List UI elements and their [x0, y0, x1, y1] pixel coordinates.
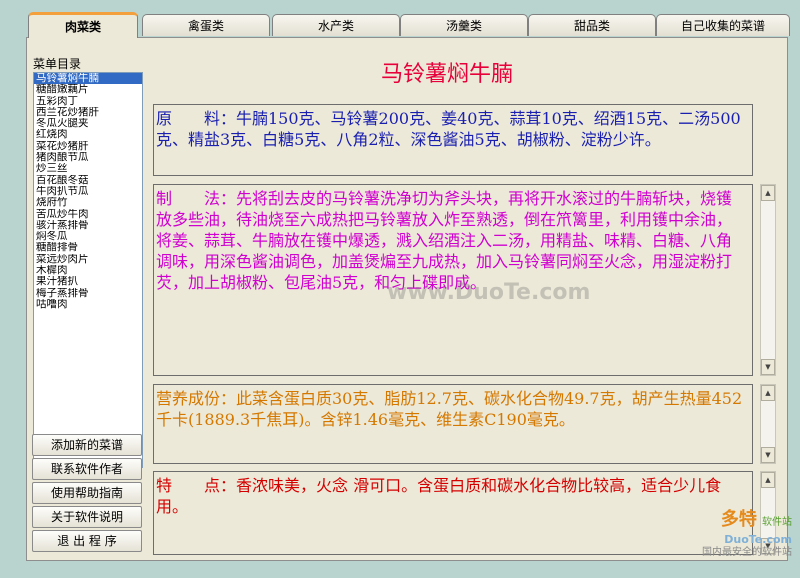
tab-dessert[interactable]: 甜品类 [528, 14, 656, 36]
list-item[interactable]: 菜花炒猪肝 [34, 141, 142, 152]
logo-main-text: 多特 [720, 509, 757, 530]
list-item[interactable]: 烧府竹 [34, 197, 142, 208]
tab-soup[interactable]: 汤羹类 [400, 14, 528, 36]
list-item[interactable]: 西兰花炒猪肝 [34, 107, 142, 118]
tab-poultry-egg[interactable]: 禽蛋类 [142, 14, 270, 36]
nutrition-text: 营养成份：此菜含蛋白质30克、脂肪12.7克、碳水化合物49.7克，胡产生热量4… [153, 384, 753, 464]
dish-title: 马铃薯焖牛腩 [380, 62, 513, 87]
scroll-up-icon[interactable]: ▲ [761, 385, 775, 401]
duote-logo: 多特 软件站 DuoTe.com 国内最安全的软件站 [702, 510, 792, 560]
list-item[interactable]: 焖冬瓜 [34, 231, 142, 242]
list-item[interactable]: 果汁猪扒 [34, 276, 142, 287]
list-item[interactable]: 冬瓜火腿夹 [34, 118, 142, 129]
nutrition-scrollbar[interactable]: ▲ ▼ [760, 384, 776, 464]
scroll-down-icon[interactable]: ▼ [761, 359, 775, 375]
recipe-panel: 菜单目录 马铃薯焖牛腩 糖醋嫩藕片 五彩肉丁 西兰花炒猪肝 冬瓜火腿夹 红烧肉 … [26, 37, 788, 561]
list-item[interactable]: 木樨肉 [34, 265, 142, 276]
tab-seafood[interactable]: 水产类 [272, 14, 400, 36]
scroll-down-icon[interactable]: ▼ [761, 447, 775, 463]
scroll-up-icon[interactable]: ▲ [761, 472, 775, 488]
list-item[interactable]: 牛肉扒节瓜 [34, 186, 142, 197]
tab-my-recipes[interactable]: 自己收集的菜谱 [656, 14, 790, 36]
list-item[interactable]: 糖醋嫩藕片 [34, 84, 142, 95]
list-item[interactable]: 炒三丝 [34, 163, 142, 174]
method-scrollbar[interactable]: ▲ ▼ [760, 184, 776, 376]
ingredients-text: 原 料：牛腩150克、马铃薯200克、姜40克、蒜茸10克、绍酒15克、二汤50… [153, 104, 753, 176]
features-text: 特 点：香浓味美，火念 滑可口。含蛋白质和碳水化合物比较高，适合少儿食用。 [153, 471, 753, 555]
list-item[interactable]: 苦瓜炒牛肉 [34, 209, 142, 220]
list-item[interactable]: 糖醋排骨 [34, 242, 142, 253]
exit-button[interactable]: 退 出 程 序 [32, 530, 142, 552]
list-item[interactable]: 咕噜肉 [34, 299, 142, 310]
add-recipe-button[interactable]: 添加新的菜谱 [32, 434, 142, 456]
about-button[interactable]: 关于软件说明 [32, 506, 142, 528]
recipe-list[interactable]: 马铃薯焖牛腩 糖醋嫩藕片 五彩肉丁 西兰花炒猪肝 冬瓜火腿夹 红烧肉 菜花炒猪肝… [33, 72, 143, 468]
logo-en-text: DuoTe.com [724, 533, 792, 546]
list-item[interactable]: 菜远炒肉片 [34, 254, 142, 265]
logo-tagline: 国内最安全的软件站 [702, 547, 792, 558]
logo-sub-text: 软件站 [762, 517, 792, 528]
list-item[interactable]: 骇汁蒸排骨 [34, 220, 142, 231]
help-guide-button[interactable]: 使用帮助指南 [32, 482, 142, 504]
center-watermark: www.DuoTe.com [387, 280, 591, 305]
list-item[interactable]: 梅子蒸排骨 [34, 288, 142, 299]
list-item[interactable]: 马铃薯焖牛腩 [34, 73, 142, 85]
menu-list-label: 菜单目录 [33, 57, 82, 71]
category-tab-bar: 肉菜类 禽蛋类 水产类 汤羹类 甜品类 自己收集的菜谱 [0, 0, 800, 38]
list-item[interactable]: 五彩肉丁 [34, 96, 142, 107]
list-item[interactable]: 红烧肉 [34, 129, 142, 140]
tab-meat[interactable]: 肉菜类 [28, 12, 138, 38]
contact-author-button[interactable]: 联系软件作者 [32, 458, 142, 480]
list-item[interactable]: 猪肉酿节瓜 [34, 152, 142, 163]
list-item[interactable]: 百花酿冬菇 [34, 175, 142, 186]
scroll-up-icon[interactable]: ▲ [761, 185, 775, 201]
